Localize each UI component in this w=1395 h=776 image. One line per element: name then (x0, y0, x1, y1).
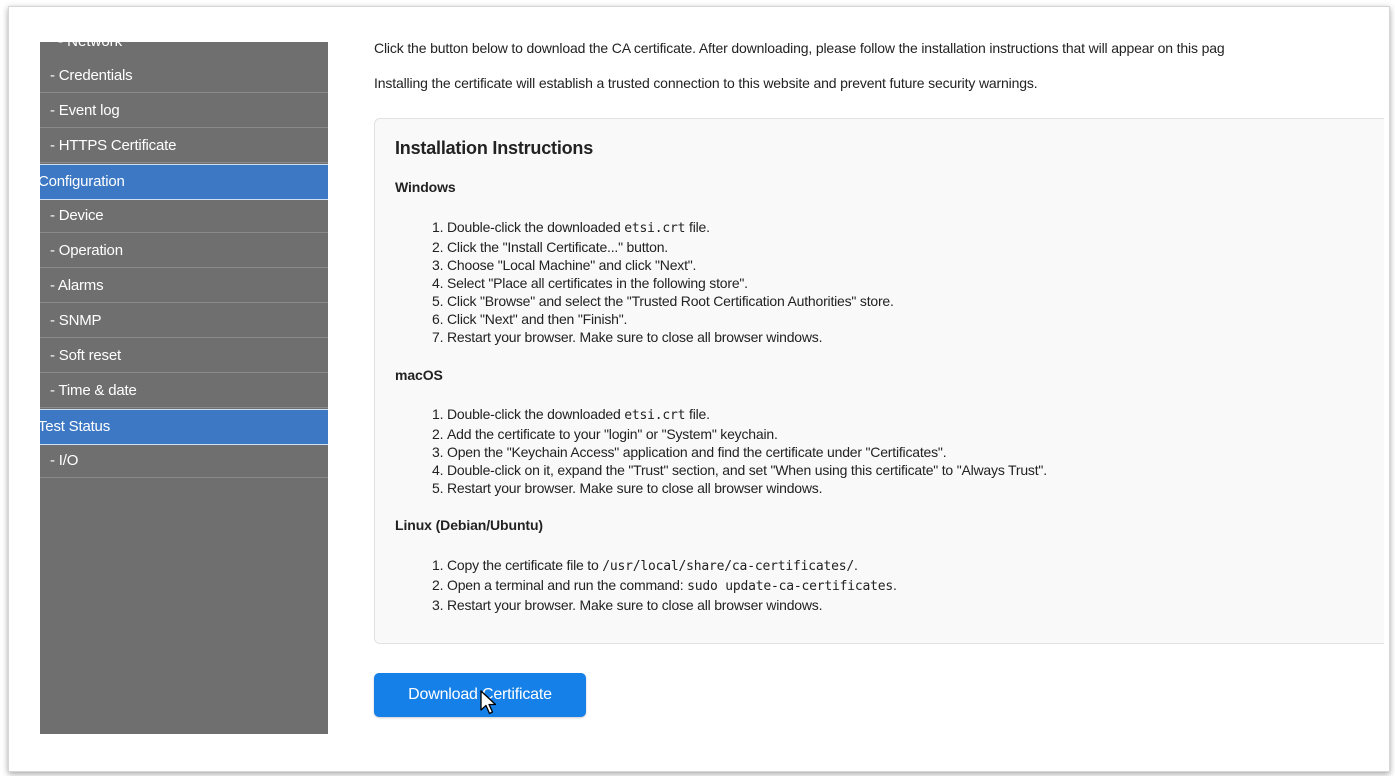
linux-step: Restart your browser. Make sure to close… (447, 596, 897, 614)
sidebar-item-label: - Time & date (50, 382, 137, 399)
macos-step: Add the certificate to your "login" or "… (447, 425, 1047, 443)
step-code: sudo update-ca-certificates (687, 579, 893, 594)
sidebar-item-label: - Event log (50, 102, 120, 119)
step-text: Open the "Keychain Access" application a… (447, 444, 947, 460)
sidebar-item-label: - Alarms (50, 277, 104, 294)
sidebar-item-soft-reset[interactable]: - Soft reset (40, 339, 328, 373)
sidebar-item-device[interactable]: - Device (40, 199, 328, 233)
windows-steps: Double-click the downloaded etsi.crt fil… (427, 218, 894, 346)
step-code: etsi.crt (624, 221, 686, 236)
windows-step: Click "Next" and then "Finish". (447, 310, 894, 328)
intro-note: Installing the certificate will establis… (374, 75, 1038, 91)
sidebar-item-label: - I/O (50, 452, 79, 469)
sidebar-item-label: - Operation (50, 242, 123, 259)
step-code: /usr/local/share/ca-certificates/ (602, 559, 854, 574)
sidebar-item-time-date[interactable]: - Time & date (40, 374, 328, 408)
sidebar-item-snmp[interactable]: - SNMP (40, 304, 328, 338)
linux-step: Open a terminal and run the command: sud… (447, 576, 897, 596)
sidebar-item-label: Test Status (40, 418, 111, 435)
step-text: Choose "Local Machine" and click "Next". (447, 257, 697, 273)
sidebar: - Network - Credentials - Event log - HTTP… (40, 42, 328, 734)
step-text-tail: file. (685, 219, 710, 235)
macos-step: Open the "Keychain Access" application a… (447, 443, 1047, 461)
windows-step: Double-click the downloaded etsi.crt fil… (447, 218, 894, 238)
macos-steps: Double-click the downloaded etsi.crt fil… (427, 405, 1047, 497)
step-text: Click "Next" and then "Finish". (447, 311, 628, 327)
windows-step: Click the "Install Certificate..." butto… (447, 238, 894, 256)
sidebar-item-operation[interactable]: - Operation (40, 234, 328, 268)
macos-step: Double-click the downloaded etsi.crt fil… (447, 405, 1047, 425)
sidebar-item-credentials[interactable]: - Credentials (40, 59, 328, 93)
step-text-tail: . (853, 557, 858, 573)
sidebar-item-https-certificate[interactable]: - HTTPS Certificate (40, 129, 328, 163)
sidebar-item-label: - HTTPS Certificate (50, 137, 177, 154)
windows-step: Restart your browser. Make sure to close… (447, 328, 894, 346)
sidebar-item-label: - Device (50, 207, 104, 224)
step-text: Add the certificate to your "login" or "… (447, 426, 778, 442)
linux-heading: Linux (Debian/Ubuntu) (395, 517, 543, 533)
step-text-tail: file. (685, 406, 710, 422)
installation-instructions-panel: Installation Instructions Windows Double… (374, 118, 1384, 644)
windows-heading: Windows (395, 179, 456, 195)
step-text: Copy the certificate file to (447, 557, 603, 573)
windows-step: Select "Place all certificates in the fo… (447, 274, 894, 292)
step-text: Double-click the downloaded (447, 406, 625, 422)
step-code: etsi.crt (624, 408, 686, 423)
macos-step: Double-click on it, expand the "Trust" s… (447, 461, 1047, 479)
instructions-title: Installation Instructions (395, 138, 594, 158)
sidebar-item-label: - Soft reset (50, 347, 121, 364)
mouse-cursor-icon (480, 690, 497, 715)
step-text: Click "Browse" and select the "Trusted R… (447, 293, 894, 309)
sidebar-item-label: - SNMP (50, 312, 102, 329)
intro-text: Click the button below to download the C… (374, 40, 1225, 56)
sidebar-item-label: - Credentials (50, 67, 133, 84)
sidebar-item-event-log[interactable]: - Event log (40, 94, 328, 128)
step-text: Select "Place all certificates in the fo… (447, 275, 748, 291)
sidebar-section-configuration[interactable]: Configuration (40, 164, 328, 200)
step-text: Open a terminal and run the command: (447, 577, 688, 593)
step-text: Restart your browser. Make sure to close… (447, 329, 823, 345)
sidebar-item-label: Configuration (40, 173, 125, 190)
linux-steps: Copy the certificate file to /usr/local/… (427, 556, 897, 614)
macos-step: Restart your browser. Make sure to close… (447, 479, 1047, 497)
windows-step: Click "Browse" and select the "Trusted R… (447, 292, 894, 310)
step-text: Click the "Install Certificate..." butto… (447, 239, 668, 255)
sidebar-item-i-o[interactable]: - I/O (40, 444, 328, 478)
windows-step: Choose "Local Machine" and click "Next". (447, 256, 894, 274)
step-text: Double-click the downloaded (447, 219, 625, 235)
macos-heading: macOS (395, 367, 443, 383)
sidebar-item-alarms[interactable]: - Alarms (40, 269, 328, 303)
sidebar-section-test-status[interactable]: Test Status (40, 409, 328, 445)
step-text-tail: . (893, 577, 897, 593)
step-text: Double-click on it, expand the "Trust" s… (447, 462, 1047, 478)
step-text: Restart your browser. Make sure to close… (447, 597, 823, 613)
linux-step: Copy the certificate file to /usr/local/… (447, 556, 897, 576)
step-text: Restart your browser. Make sure to close… (447, 480, 823, 496)
sidebar-item-network[interactable]: - Network (58, 42, 122, 50)
